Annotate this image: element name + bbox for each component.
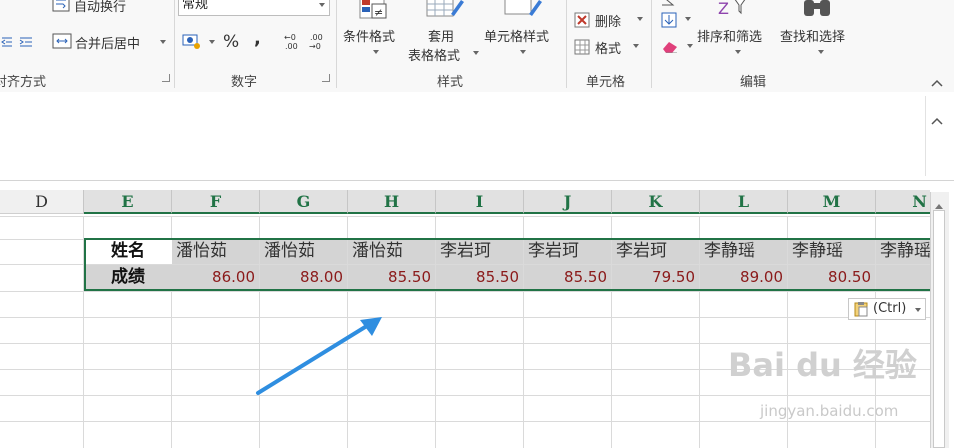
column-header-m[interactable]: M: [788, 190, 876, 214]
merge-center-button[interactable]: 合并后居中: [75, 33, 140, 52]
wrap-text-icon: [52, 0, 70, 16]
conditional-formatting-icon: ≠: [358, 0, 392, 26]
format-as-table-line1[interactable]: 套用: [428, 26, 454, 45]
format-cells-dropdown[interactable]: [633, 44, 639, 48]
annotation-arrow: [256, 317, 382, 395]
row-gridline: [0, 317, 930, 318]
delete-cells-button[interactable]: 删除: [595, 11, 621, 30]
decrease-indent-icon[interactable]: [0, 34, 14, 53]
sort-filter-button[interactable]: 排序和筛选: [697, 26, 762, 45]
format-as-table-button[interactable]: 表格格式: [408, 45, 460, 64]
clear-dropdown[interactable]: [687, 44, 693, 48]
percent-button[interactable]: %: [223, 32, 239, 52]
column-header-h[interactable]: H: [348, 190, 436, 214]
column-header-f[interactable]: F: [172, 190, 260, 214]
row-gridline: [0, 291, 930, 292]
watermark-url: jingyan.baidu.com: [760, 402, 899, 420]
format-cells-button[interactable]: 格式: [595, 38, 621, 57]
find-select-dropdown[interactable]: [818, 50, 824, 54]
chevron-up-icon[interactable]: [931, 110, 943, 129]
number-group-label: 数字: [231, 75, 258, 90]
number-format-select[interactable]: 常规: [178, 0, 330, 16]
column-header-i[interactable]: I: [436, 190, 524, 214]
column-header-d[interactable]: D: [0, 190, 84, 214]
merge-center-dropdown[interactable]: [160, 40, 166, 44]
column-header-j[interactable]: J: [524, 190, 612, 214]
paste-options-label: (Ctrl): [873, 301, 907, 316]
fill-dropdown[interactable]: [685, 17, 691, 21]
increase-decimal-icon[interactable]: ←0.00: [283, 32, 303, 56]
wrap-text-button[interactable]: 自动换行: [74, 0, 126, 15]
paste-options-button[interactable]: (Ctrl): [848, 298, 926, 320]
cells-group-label: 单元格: [586, 75, 626, 90]
column-header-l[interactable]: L: [700, 190, 788, 214]
formula-bar-expanded[interactable]: [0, 92, 954, 181]
cell-styles-icon: [503, 0, 543, 24]
increase-indent-icon[interactable]: [18, 34, 34, 53]
merge-center-icon: [52, 32, 72, 54]
column-header-k[interactable]: K: [612, 190, 700, 214]
styles-group-label: 样式: [437, 75, 464, 90]
collapse-ribbon-icon[interactable]: [930, 73, 944, 92]
row-gridline: [0, 421, 930, 422]
number-dialog-launcher[interactable]: [322, 74, 330, 82]
delete-cells-icon: [574, 12, 590, 32]
conditional-formatting-dropdown[interactable]: [373, 50, 379, 54]
format-cells-icon: [574, 39, 590, 59]
clear-icon[interactable]: [661, 38, 679, 57]
format-as-table-icon: [425, 0, 465, 24]
svg-text:Z: Z: [718, 0, 729, 18]
alignment-group-label: 对齐方式: [0, 75, 47, 90]
decrease-decimal-icon[interactable]: .00 →0: [308, 32, 328, 56]
chevron-down-icon: [915, 308, 921, 312]
copy-range-border: [84, 238, 930, 291]
cell-styles-button[interactable]: 单元格样式: [484, 26, 549, 45]
number-format-value: 常规: [182, 0, 209, 12]
sort-filter-dropdown[interactable]: [735, 50, 741, 54]
column-header-g[interactable]: G: [260, 190, 348, 214]
svg-text:→0: →0: [309, 42, 321, 51]
format-as-table-dropdown[interactable]: [473, 51, 479, 55]
svg-text:.00: .00: [310, 33, 323, 42]
autosum-icon[interactable]: [660, 0, 676, 11]
vertical-scrollbar-thumb[interactable]: [933, 210, 945, 448]
find-select-icon: [800, 0, 836, 24]
sort-filter-icon: Z: [716, 0, 748, 24]
row-gridline: [0, 216, 930, 217]
conditional-formatting-button[interactable]: 条件格式: [343, 26, 395, 45]
svg-text:≠: ≠: [374, 6, 383, 19]
svg-text:.00: .00: [285, 42, 298, 51]
column-header-e[interactable]: E: [84, 190, 172, 214]
find-select-button[interactable]: 查找和选择: [780, 26, 845, 45]
chevron-down-icon: [319, 3, 325, 7]
alignment-dialog-launcher[interactable]: [162, 74, 170, 82]
ribbon: 自动换行 合并后居中 对齐方式 常规 % , ←0.00 .00→0 数字 ≠ …: [0, 0, 954, 93]
svg-text:←0: ←0: [284, 33, 296, 42]
watermark-logo: Bai du 经验: [728, 346, 917, 384]
formula-bar-scroll[interactable]: [925, 96, 948, 176]
row-gridline: [0, 395, 930, 396]
clipboard-icon: [853, 301, 869, 324]
delete-cells-dropdown[interactable]: [637, 17, 643, 21]
fill-icon[interactable]: [661, 12, 677, 32]
currency-dropdown[interactable]: [209, 40, 215, 44]
editing-group-label: 编辑: [740, 75, 767, 90]
column-header-n[interactable]: N: [876, 190, 930, 214]
currency-format-icon[interactable]: [182, 32, 204, 54]
comma-button[interactable]: ,: [254, 28, 261, 49]
cell-styles-dropdown[interactable]: [520, 50, 526, 54]
